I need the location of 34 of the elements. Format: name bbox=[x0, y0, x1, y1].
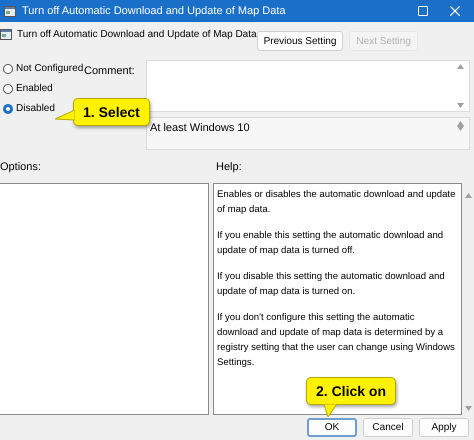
scroll-up-icon[interactable] bbox=[457, 64, 464, 69]
close-icon[interactable] bbox=[450, 6, 460, 16]
scroll-down-icon[interactable] bbox=[457, 103, 464, 108]
dialog-button[interactable]: OK bbox=[307, 418, 357, 437]
radio-button[interactable] bbox=[3, 84, 13, 94]
radio-button[interactable] bbox=[3, 64, 13, 74]
options-label: Options: bbox=[0, 160, 42, 172]
help-text: If you disable this setting the automatic download and update of map data is turned on. bbox=[217, 270, 446, 299]
help-text: If you don't configure this setting the automatic download and update of map data is determined by a registry setting that the user can change using Windows Settings. bbox=[217, 311, 456, 370]
help-text: Enables or disables the automatic download and update of map data. bbox=[217, 188, 456, 217]
radio-option[interactable]: Not Configured bbox=[3, 60, 84, 77]
comment-field[interactable] bbox=[146, 60, 470, 112]
callout: 1. Select bbox=[73, 98, 150, 126]
callout-pointer bbox=[324, 404, 338, 417]
policy-icon bbox=[4, 6, 16, 16]
help-label: Help: bbox=[216, 160, 243, 172]
scroll-down-icon[interactable] bbox=[457, 126, 464, 131]
radio-button[interactable] bbox=[3, 104, 13, 114]
previous-setting-button[interactable]: Previous Setting bbox=[256, 31, 344, 51]
setting-title: Turn off Automatic Download and Update of Map Data bbox=[17, 29, 257, 40]
callout-pointer bbox=[55, 110, 75, 122]
help-text: If you enable this setting the automatic download and update of map data is turned off. bbox=[217, 229, 444, 258]
radio-option[interactable]: Enabled bbox=[3, 80, 53, 97]
window-title: Turn off Automatic Download and Update of Map Data bbox=[22, 5, 286, 17]
scroll-up-icon[interactable] bbox=[457, 121, 464, 126]
comment-label: Comment: bbox=[84, 65, 135, 77]
scroll-down-icon[interactable] bbox=[465, 406, 472, 411]
radio-option[interactable]: Disabled bbox=[3, 100, 55, 117]
dialog-button[interactable]: Cancel bbox=[363, 418, 413, 437]
maximize-icon[interactable] bbox=[418, 6, 428, 16]
supported-on-field: At least Windows 10 bbox=[146, 117, 470, 150]
dialog-button[interactable]: Apply bbox=[419, 418, 469, 437]
scroll-up-icon[interactable] bbox=[465, 193, 472, 198]
policy-icon bbox=[0, 29, 12, 40]
